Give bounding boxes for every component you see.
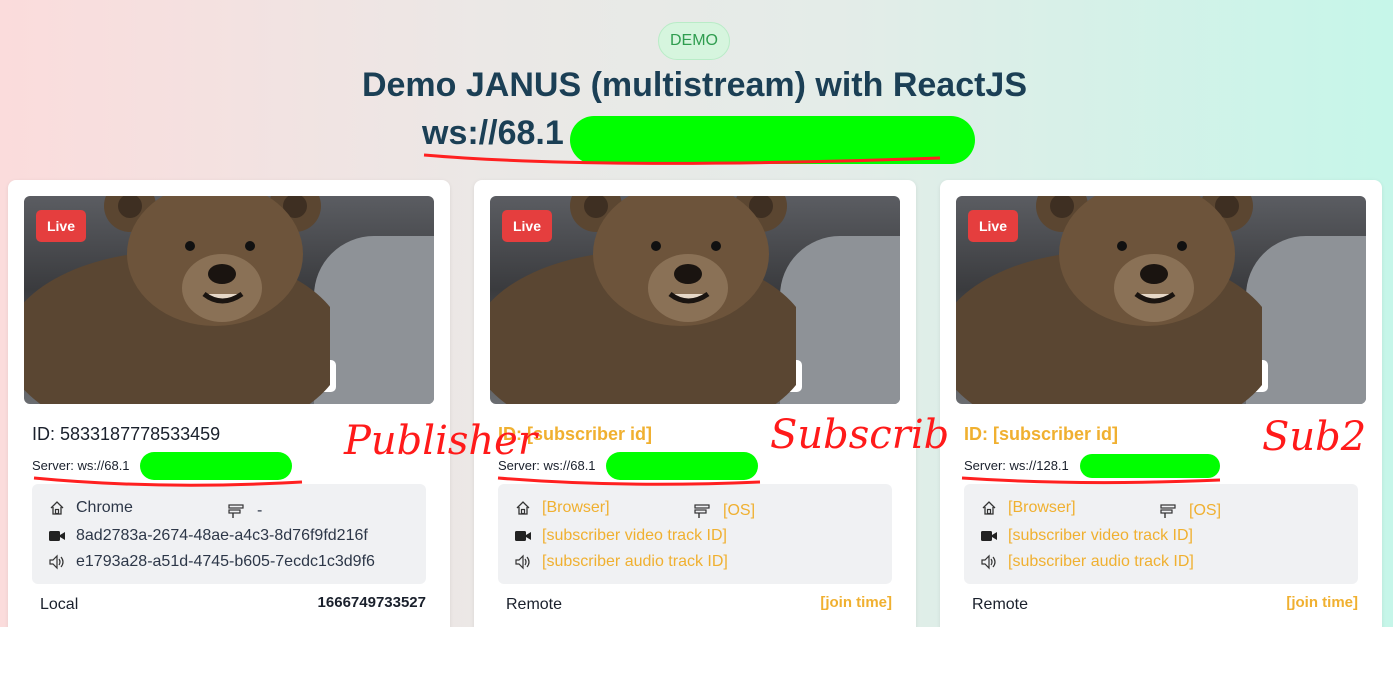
page-title: Demo JANUS (multistream) with ReactJS — [361, 66, 1028, 104]
stream-info-box: [Browser] [OS] [subscriber video track I… — [498, 484, 892, 584]
live-badge: Live — [968, 210, 1018, 242]
signpost-icon — [227, 502, 245, 520]
video-feed[interactable]: 3 Live — [24, 196, 434, 404]
speaker-icon — [48, 553, 66, 571]
video-feed[interactable]: 3 Live — [956, 196, 1366, 404]
os-row: - — [227, 500, 262, 522]
video-camera-icon — [514, 527, 532, 545]
stream-id: ID: [subscriber id] — [498, 424, 653, 444]
speaker-icon — [980, 553, 998, 571]
live-badge: Live — [36, 210, 86, 242]
os-name: [OS] — [723, 502, 756, 519]
os-row: [OS] — [1159, 500, 1221, 522]
stream-info-box: Chrome - 8ad2783a-2674-48ae-a4c3-8d76f9f… — [32, 484, 426, 584]
browser-name: [Browser] — [1008, 499, 1076, 516]
stream-card-subscriber-2: 3 Live ID: [subscriber id] Server: ws://… — [940, 180, 1382, 627]
server-url-heading: ws://68.1 — [422, 114, 564, 152]
redaction-mark — [1080, 454, 1220, 478]
speaker-icon — [514, 553, 532, 571]
signpost-icon — [1159, 502, 1177, 520]
stream-id: ID: [subscriber id] — [964, 424, 1119, 444]
stream-time: 1666749733527 — [317, 594, 426, 611]
stream-card-subscriber: 3 Live ID: [subscriber id] Server: ws://… — [474, 180, 916, 627]
video-track-row: [subscriber video track ID] — [980, 525, 1193, 547]
video-track-id: [subscriber video track ID] — [1008, 527, 1193, 544]
stream-info-box: [Browser] [OS] [subscriber video track I… — [964, 484, 1358, 584]
server-address: Server: ws://68.1 — [498, 458, 596, 473]
signpost-icon — [693, 502, 711, 520]
audio-track-row: [subscriber audio track ID] — [980, 551, 1194, 573]
stream-type: Remote — [972, 596, 1029, 613]
stream-type: Local — [40, 596, 79, 613]
stream-card-publisher: 3 Live ID: 5833187778533459 Server: ws:/… — [8, 180, 450, 627]
os-name: - — [257, 502, 263, 519]
stream-id: ID: 5833187778533459 — [32, 424, 221, 444]
home-icon — [980, 499, 998, 517]
stream-type: Remote — [506, 596, 563, 613]
audio-track-row: e1793a28-a51d-4745-b605-7ecdc1c3d9f6 — [48, 551, 375, 573]
browser-row: [Browser] — [980, 497, 1076, 519]
redaction-mark — [606, 452, 758, 480]
redaction-mark — [140, 452, 292, 480]
page-background: DEMO Demo JANUS (multistream) with React… — [0, 0, 1393, 627]
stream-time: [join time] — [1286, 594, 1358, 611]
live-badge: Live — [502, 210, 552, 242]
server-address: Server: ws://68.1 — [32, 458, 130, 473]
audio-track-id: [subscriber audio track ID] — [1008, 553, 1194, 570]
redaction-mark — [570, 116, 975, 164]
audio-track-id: [subscriber audio track ID] — [542, 553, 728, 570]
video-track-id: 8ad2783a-2674-48ae-a4c3-8d76f9fd216f — [76, 527, 368, 544]
video-track-row: 8ad2783a-2674-48ae-a4c3-8d76f9fd216f — [48, 525, 368, 547]
browser-name: Chrome — [76, 499, 133, 516]
stream-time: [join time] — [820, 594, 892, 611]
video-feed[interactable]: 3 Live — [490, 196, 900, 404]
browser-row: [Browser] — [514, 497, 610, 519]
server-address: Server: ws://128.1 — [964, 458, 1069, 473]
demo-badge: DEMO — [658, 22, 730, 60]
video-track-id: [subscriber video track ID] — [542, 527, 727, 544]
browser-name: [Browser] — [542, 499, 610, 516]
video-camera-icon — [980, 527, 998, 545]
home-icon — [48, 499, 66, 517]
audio-track-id: e1793a28-a51d-4745-b605-7ecdc1c3d9f6 — [76, 553, 375, 570]
os-row: [OS] — [693, 500, 755, 522]
video-camera-icon — [48, 527, 66, 545]
home-icon — [514, 499, 532, 517]
os-name: [OS] — [1189, 502, 1222, 519]
video-track-row: [subscriber video track ID] — [514, 525, 727, 547]
audio-track-row: [subscriber audio track ID] — [514, 551, 728, 573]
browser-row: Chrome — [48, 497, 133, 519]
